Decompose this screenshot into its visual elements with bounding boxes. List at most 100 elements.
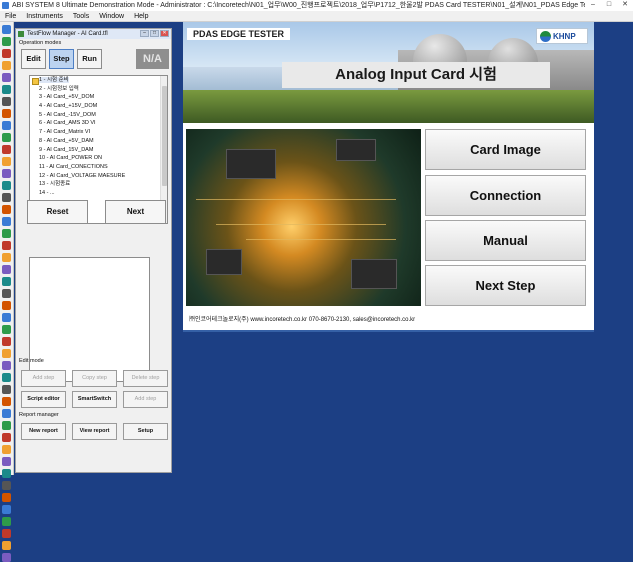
board-icon[interactable] <box>2 145 11 154</box>
settings-icon[interactable] <box>2 73 11 82</box>
list-item[interactable]: 5 - AI Card_-15V_DOM <box>30 111 167 120</box>
search-icon[interactable] <box>2 85 11 94</box>
info-icon[interactable] <box>2 397 11 406</box>
fan-icon[interactable] <box>2 433 11 442</box>
status-indicator: N/A <box>136 49 169 69</box>
pcb-chip <box>206 249 242 275</box>
smart-switch-button[interactable]: SmartSwitch <box>72 391 117 408</box>
logic-icon[interactable] <box>2 253 11 262</box>
help-icon[interactable] <box>2 361 11 370</box>
manual-button[interactable]: Manual <box>425 220 586 261</box>
list-item[interactable]: 2 - 시험정보 입력 <box>30 85 167 94</box>
report-manager-label: Report manager <box>19 412 59 418</box>
save-icon[interactable] <box>2 49 11 58</box>
list-item[interactable]: 7 - AI Card_Matrix VI <box>30 128 167 137</box>
list-item[interactable]: 12 - AI Card_VOLTAGE MAESURE <box>30 172 167 181</box>
banner-grass <box>183 90 594 123</box>
scrollbar-thumb[interactable] <box>162 86 167 186</box>
list-item[interactable]: 11 - AI Card_CONECTIONS <box>30 163 167 172</box>
user-icon[interactable] <box>2 541 11 550</box>
filter-icon[interactable] <box>2 481 11 490</box>
chart-icon[interactable] <box>2 61 11 70</box>
list-item[interactable]: 6 - AI Card_AMS 3D VI <box>30 119 167 128</box>
logo-mark-icon <box>540 30 551 42</box>
delete-step-button[interactable]: Delete step <box>123 370 168 387</box>
window-bottom-edge <box>183 330 594 332</box>
vertical-toolbar <box>0 22 14 562</box>
gear-icon[interactable] <box>2 133 11 142</box>
testflow-close-button[interactable]: ✕ <box>160 30 169 37</box>
wave-icon[interactable] <box>2 181 11 190</box>
next-button[interactable]: Next <box>105 200 166 224</box>
tool-icon[interactable] <box>2 385 11 394</box>
next-step-button[interactable]: Next Step <box>425 265 586 306</box>
module-icon[interactable] <box>2 445 11 454</box>
misc-icon[interactable] <box>2 553 11 562</box>
new-report-button[interactable]: New report <box>21 423 66 440</box>
reset-button[interactable]: Reset <box>27 200 88 224</box>
calc-icon[interactable] <box>2 337 11 346</box>
testflow-maximize-button[interactable]: □ <box>150 30 159 37</box>
card-image-button[interactable]: Card Image <box>425 129 586 170</box>
menu-help[interactable]: Help <box>129 11 153 21</box>
port-icon[interactable] <box>2 469 11 478</box>
testflow-minimize-button[interactable]: – <box>140 30 149 37</box>
list-item[interactable]: 14 - ... <box>30 189 167 198</box>
step-mode-button[interactable]: Step <box>49 49 74 69</box>
switch-icon[interactable] <box>2 241 11 250</box>
list-item[interactable]: 10 - AI Card_POWER ON <box>30 154 167 163</box>
sensor-icon[interactable] <box>2 457 11 466</box>
home-icon[interactable] <box>2 517 11 526</box>
menu-instruments[interactable]: Instruments <box>21 11 68 21</box>
lock-icon[interactable] <box>2 505 11 514</box>
relay-icon[interactable] <box>2 229 11 238</box>
add-step-button[interactable]: Add step <box>21 370 66 387</box>
maximize-button[interactable]: □ <box>601 0 617 11</box>
operation-modes-label: Operation modes <box>19 40 62 46</box>
grid-icon[interactable] <box>2 205 11 214</box>
list-item[interactable]: 9 - AI Card_15V_DAM <box>30 146 167 155</box>
add-step-secondary-button[interactable]: Add step <box>123 391 168 408</box>
signal-icon[interactable] <box>2 193 11 202</box>
close-button[interactable]: ✕ <box>617 0 633 11</box>
connector-icon[interactable] <box>2 169 11 178</box>
script-editor-button[interactable]: Script editor <box>21 391 66 408</box>
copy-step-button[interactable]: Copy step <box>72 370 117 387</box>
connection-button[interactable]: Connection <box>425 175 586 216</box>
report-icon[interactable] <box>2 349 11 358</box>
edit-mode-button[interactable]: Edit <box>21 49 46 69</box>
list-item[interactable]: 1 - 시험 준비 <box>30 76 167 85</box>
run-mode-button[interactable]: Run <box>77 49 102 69</box>
meter-icon[interactable] <box>2 109 11 118</box>
bus-icon[interactable] <box>2 217 11 226</box>
tester-name-label: PDAS EDGE TESTER <box>187 28 291 40</box>
list-item[interactable]: 8 - AI Card_+5V_DAM <box>30 137 167 146</box>
star-icon[interactable] <box>2 529 11 538</box>
chip-icon[interactable] <box>2 157 11 166</box>
list-item[interactable]: 3 - AI Card_+5V_DOM <box>30 93 167 102</box>
view-report-button[interactable]: View report <box>72 423 117 440</box>
list-item[interactable]: 13 - 시험종료 <box>30 180 167 189</box>
scope-icon[interactable] <box>2 121 11 130</box>
testflow-icon <box>18 31 24 37</box>
open-icon[interactable] <box>2 37 11 46</box>
power-icon[interactable] <box>2 265 11 274</box>
lamp-icon[interactable] <box>2 421 11 430</box>
menu-tools[interactable]: Tools <box>68 11 94 21</box>
exit-icon[interactable] <box>2 373 11 382</box>
mode-buttons: Edit Step Run <box>21 49 102 69</box>
arrow-icon[interactable] <box>2 277 11 286</box>
clock-icon[interactable] <box>2 313 11 322</box>
led-icon[interactable] <box>2 325 11 334</box>
menu-file[interactable]: File <box>0 11 21 21</box>
clip-icon[interactable] <box>2 301 11 310</box>
list-item[interactable]: 4 - AI Card_+15V_DOM <box>30 102 167 111</box>
pin-icon[interactable] <box>2 289 11 298</box>
cable-icon[interactable] <box>2 409 11 418</box>
key-icon[interactable] <box>2 493 11 502</box>
setup-button[interactable]: Setup <box>123 423 168 440</box>
probe-icon[interactable] <box>2 97 11 106</box>
minimize-button[interactable]: – <box>585 0 601 11</box>
new-icon[interactable] <box>2 25 11 34</box>
menu-window[interactable]: Window <box>94 11 129 21</box>
